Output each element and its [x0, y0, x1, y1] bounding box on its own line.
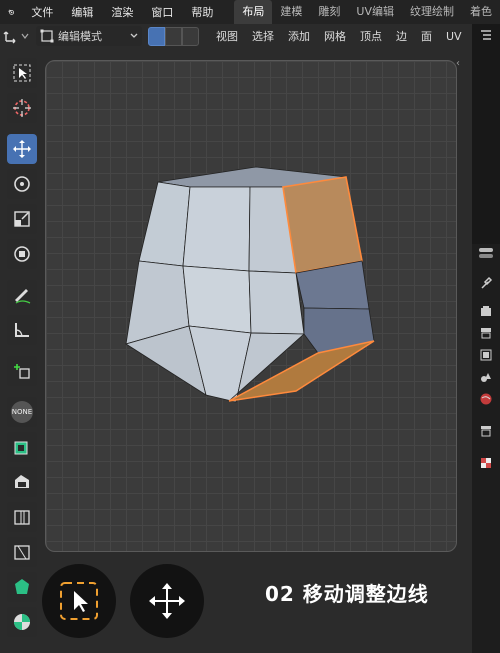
mode-label: 编辑模式: [58, 30, 102, 43]
annotate-tool[interactable]: [7, 280, 37, 310]
scene-icon[interactable]: [472, 366, 500, 388]
add-cube-icon: [14, 364, 30, 379]
collapse-arrow-icon[interactable]: ‹: [456, 58, 460, 69]
move-axes-icon: [3, 31, 29, 44]
outliner-icon[interactable]: [472, 24, 500, 46]
render-icon[interactable]: [472, 300, 500, 322]
top-menubar: 文件 编辑 渲染 窗口 帮助 布局 建模 雕刻 UV编辑 纹理绘制 着色: [0, 0, 500, 24]
tab-layout[interactable]: 布局: [234, 0, 273, 24]
pencil-icon: [15, 289, 31, 304]
move-tool[interactable]: [7, 134, 37, 164]
menu-help[interactable]: 帮助: [182, 4, 222, 20]
header-menu-edge[interactable]: 边: [389, 28, 414, 44]
loop-cut-icon: [14, 545, 30, 560]
edge-select-button[interactable]: [165, 26, 182, 46]
output-icon[interactable]: [472, 322, 500, 344]
select-cursor-icon: [60, 582, 98, 620]
properties-strip: [472, 24, 500, 653]
header-menu-view[interactable]: 视图: [209, 28, 245, 44]
spin-icon: [14, 614, 30, 630]
mesh-object[interactable]: [46, 61, 456, 551]
crosshair-icon: [13, 99, 31, 117]
select-box-tool[interactable]: [7, 58, 37, 88]
header-menu-uv[interactable]: UV: [439, 30, 469, 43]
scale-tool[interactable]: [7, 204, 37, 234]
header-menu-mesh[interactable]: 网格: [317, 28, 353, 44]
tool-shelf: NONE: [4, 58, 40, 642]
mode-dropdown[interactable]: 编辑模式: [36, 26, 142, 46]
ruler-icon: [15, 323, 29, 337]
vertex-select-button[interactable]: [148, 26, 165, 46]
rotate-tool[interactable]: [7, 169, 37, 199]
bevel-icon: [14, 510, 30, 525]
transform-tool[interactable]: [7, 239, 37, 269]
transform-pivot-button[interactable]: [0, 26, 32, 46]
menu-file[interactable]: 文件: [22, 4, 62, 20]
wrench-screwdriver-icon[interactable]: [472, 272, 500, 294]
menu-edit[interactable]: 编辑: [62, 4, 102, 20]
move-arrows-icon: [13, 140, 31, 158]
texture-icon[interactable]: [472, 452, 500, 474]
tab-shading[interactable]: 着色: [462, 0, 500, 24]
header-menu-select[interactable]: 选择: [245, 28, 281, 44]
chevron-down-icon: [130, 33, 138, 38]
select-box-icon: [13, 64, 31, 82]
extrude-icon: [14, 441, 28, 455]
add-cube-tool[interactable]: [7, 356, 37, 386]
outliner-area: [472, 24, 500, 244]
select-box-overlay-button[interactable]: [42, 564, 116, 638]
face-select-button[interactable]: [182, 26, 199, 46]
cursor-tool[interactable]: [7, 93, 37, 123]
scale-icon: [14, 211, 30, 227]
tab-uv-editing[interactable]: UV编辑: [348, 0, 402, 24]
3d-viewport[interactable]: [45, 60, 457, 552]
move-overlay-button[interactable]: [130, 564, 204, 638]
move-cross-icon: [149, 583, 185, 619]
view-layer-icon[interactable]: [472, 344, 500, 366]
world-icon[interactable]: [472, 388, 500, 410]
poly-build-icon: [15, 579, 29, 594]
tool-settings-icon[interactable]: [472, 242, 500, 264]
rotate-icon: [14, 176, 30, 192]
loop-cut-tool[interactable]: [7, 537, 37, 567]
tab-modeling[interactable]: 建模: [272, 0, 310, 24]
none-tool[interactable]: NONE: [7, 397, 37, 427]
poly-build-tool[interactable]: [7, 572, 37, 602]
spin-tool[interactable]: [7, 607, 37, 637]
inset-icon: [15, 475, 29, 488]
extrude-tool[interactable]: [7, 432, 37, 462]
inset-tool[interactable]: [7, 467, 37, 497]
menu-render[interactable]: 渲染: [102, 4, 142, 20]
measure-tool[interactable]: [7, 315, 37, 345]
bevel-tool[interactable]: [7, 502, 37, 532]
transform-icon: [14, 246, 30, 262]
blender-logo-icon[interactable]: [8, 4, 15, 20]
edit-mode-icon: [40, 29, 54, 43]
tab-texture-paint[interactable]: 纹理绘制: [402, 0, 462, 24]
viewport-header: 编辑模式 视图 选择 添加 网格 顶点 边 面 UV: [0, 24, 472, 48]
menu-window[interactable]: 窗口: [142, 4, 182, 20]
step-caption: 02 移动调整边线: [265, 582, 429, 606]
workspace-tabs: 布局 建模 雕刻 UV编辑 纹理绘制 着色: [234, 0, 500, 24]
none-badge: NONE: [11, 401, 33, 423]
select-mode-group: [148, 26, 199, 46]
header-menu-add[interactable]: 添加: [281, 28, 317, 44]
header-menu-vertex[interactable]: 顶点: [353, 28, 389, 44]
tab-sculpting[interactable]: 雕刻: [310, 0, 348, 24]
collection-icon[interactable]: [472, 420, 500, 442]
header-menu-face[interactable]: 面: [414, 28, 439, 44]
